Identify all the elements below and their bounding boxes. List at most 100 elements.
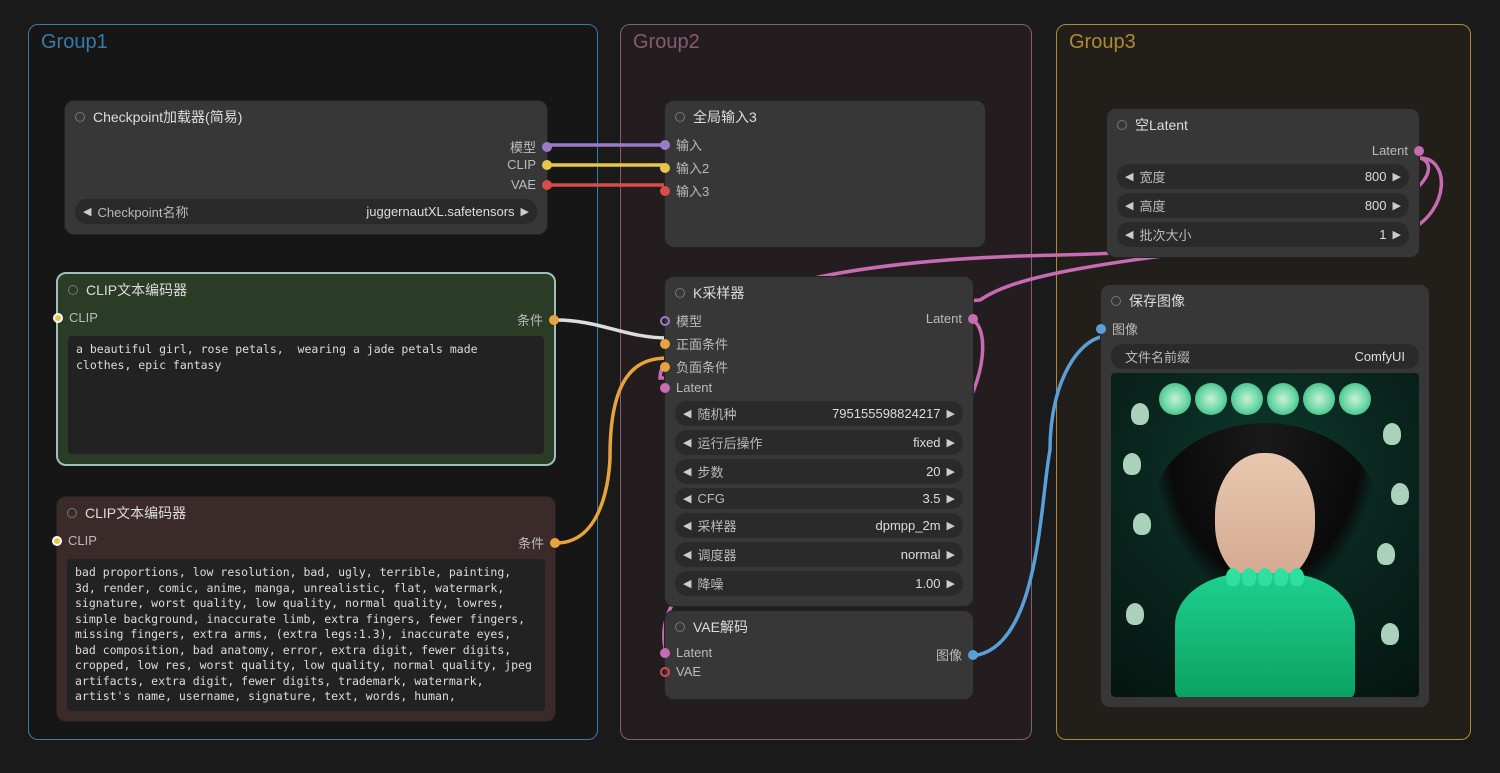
port-label: Latent	[926, 311, 962, 326]
chevron-right-icon[interactable]: ▶	[945, 436, 957, 449]
collapse-dot-icon[interactable]	[675, 622, 685, 632]
chevron-right-icon[interactable]: ▶	[1391, 170, 1403, 183]
chevron-left-icon[interactable]: ◀	[681, 577, 693, 590]
port-dot-icon	[1414, 146, 1424, 156]
chevron-left-icon[interactable]: ◀	[1123, 228, 1135, 241]
widget-label: 降噪	[693, 574, 915, 593]
collapse-dot-icon[interactable]	[75, 112, 85, 122]
chevron-right-icon[interactable]: ▶	[945, 492, 957, 505]
width-widget[interactable]: ◀宽度800▶	[1117, 164, 1409, 189]
node-header: CLIP文本编码器	[57, 497, 555, 529]
output-port-latent[interactable]: Latent	[1107, 141, 1419, 160]
prompt-textarea[interactable]: a beautiful girl, rose petals, wearing a…	[68, 336, 544, 454]
widget-value: 795155598824217	[832, 406, 944, 421]
input-port-negative[interactable]: 负面条件	[665, 355, 973, 378]
node-title: K采样器	[693, 283, 744, 303]
steps-widget[interactable]: ◀步数20▶	[675, 459, 963, 484]
port-dot-icon	[542, 180, 552, 190]
chevron-left-icon[interactable]: ◀	[1123, 199, 1135, 212]
port-dot-icon	[660, 362, 670, 372]
chevron-left-icon[interactable]: ◀	[681, 436, 693, 449]
port-label: Latent	[676, 380, 712, 395]
input-port-latent[interactable]: Latent	[665, 378, 973, 397]
collapse-dot-icon[interactable]	[675, 112, 685, 122]
collapse-dot-icon[interactable]	[67, 508, 77, 518]
collapse-dot-icon[interactable]	[675, 288, 685, 298]
save-image-node[interactable]: 保存图像 图像 文件名前缀 ComfyUI	[1100, 284, 1430, 708]
port-label: 图像	[1112, 319, 1138, 338]
prompt-textarea[interactable]: bad proportions, low resolution, bad, ug…	[67, 559, 545, 711]
port-dot-icon	[660, 163, 670, 173]
global-input-node[interactable]: 全局输入3 输入 输入2 输入3	[664, 100, 986, 248]
clip-text-encode-positive-node[interactable]: CLIP文本编码器 CLIP 条件 a beautiful girl, rose…	[56, 272, 556, 466]
port-label: 条件	[518, 533, 544, 552]
node-title: CLIP文本编码器	[85, 503, 186, 523]
chevron-left-icon[interactable]: ◀	[681, 407, 693, 420]
chevron-right-icon[interactable]: ▶	[1391, 228, 1403, 241]
chevron-right-icon[interactable]: ▶	[519, 205, 531, 218]
input-port-2[interactable]: 输入2	[665, 156, 985, 179]
chevron-left-icon[interactable]: ◀	[1123, 170, 1135, 183]
port-label: 条件	[517, 310, 543, 329]
node-header: 保存图像	[1101, 285, 1429, 317]
ksampler-node[interactable]: K采样器 模型 Latent 正面条件 负面条件 Latent ◀随机种7951…	[664, 276, 974, 607]
port-label: 负面条件	[676, 357, 728, 376]
chevron-left-icon[interactable]: ◀	[681, 548, 693, 561]
output-port-vae[interactable]: VAE	[501, 175, 547, 194]
empty-latent-node[interactable]: 空Latent Latent ◀宽度800▶ ◀高度800▶ ◀批次大小1▶	[1106, 108, 1420, 258]
chevron-left-icon[interactable]: ◀	[681, 465, 693, 478]
input-port-clip[interactable]: CLIP	[57, 531, 107, 550]
vae-decode-node[interactable]: VAE解码 Latent 图像 VAE	[664, 610, 974, 700]
sampler-widget[interactable]: ◀采样器dpmpp_2m▶	[675, 513, 963, 538]
scheduler-widget[interactable]: ◀调度器normal▶	[675, 542, 963, 567]
checkpoint-loader-node[interactable]: Checkpoint加载器(简易) 模型 CLIP VAE ◀ Checkpoi…	[64, 100, 548, 235]
node-header: K采样器	[665, 277, 973, 309]
input-port-image[interactable]: 图像	[1101, 317, 1429, 340]
port-dot-icon	[660, 186, 670, 196]
filename-prefix-widget[interactable]: 文件名前缀 ComfyUI	[1111, 344, 1419, 369]
chevron-right-icon[interactable]: ▶	[945, 548, 957, 561]
chevron-right-icon[interactable]: ▶	[945, 407, 957, 420]
node-title: VAE解码	[693, 617, 748, 637]
chevron-left-icon[interactable]: ◀	[681, 492, 693, 505]
clip-text-encode-negative-node[interactable]: CLIP文本编码器 CLIP 条件 bad proportions, low r…	[56, 496, 556, 722]
node-header: VAE解码	[665, 611, 973, 643]
widget-label: 宽度	[1135, 167, 1364, 186]
chevron-right-icon[interactable]: ▶	[945, 577, 957, 590]
chevron-left-icon[interactable]: ◀	[681, 519, 693, 532]
batch-widget[interactable]: ◀批次大小1▶	[1117, 222, 1409, 247]
port-label: 正面条件	[676, 334, 728, 353]
collapse-dot-icon[interactable]	[1111, 296, 1121, 306]
port-label: Latent	[676, 645, 712, 660]
chevron-right-icon[interactable]: ▶	[945, 519, 957, 532]
input-port-clip[interactable]: CLIP	[58, 308, 108, 327]
seed-widget[interactable]: ◀随机种795155598824217▶	[675, 401, 963, 426]
chevron-right-icon[interactable]: ▶	[945, 465, 957, 478]
input-port-positive[interactable]: 正面条件	[665, 332, 973, 355]
collapse-dot-icon[interactable]	[1117, 120, 1127, 130]
after-generate-widget[interactable]: ◀运行后操作fixed▶	[675, 430, 963, 455]
chevron-right-icon[interactable]: ▶	[1391, 199, 1403, 212]
output-port-latent[interactable]: Latent	[916, 309, 973, 328]
chevron-left-icon[interactable]: ◀	[81, 205, 93, 218]
port-dot-icon	[53, 313, 63, 323]
cfg-widget[interactable]: ◀CFG3.5▶	[675, 488, 963, 509]
collapse-dot-icon[interactable]	[68, 285, 78, 295]
input-port-3[interactable]: 输入3	[665, 179, 985, 202]
widget-value: fixed	[913, 435, 944, 450]
input-port-vae[interactable]: VAE	[665, 662, 973, 681]
denoise-widget[interactable]: ◀降噪1.00▶	[675, 571, 963, 596]
port-dot-icon	[542, 160, 552, 170]
port-label: 输入3	[676, 181, 709, 200]
output-port-conditioning[interactable]: 条件	[508, 531, 555, 554]
height-widget[interactable]: ◀高度800▶	[1117, 193, 1409, 218]
output-port-conditioning[interactable]: 条件	[507, 308, 554, 331]
port-dot-icon	[660, 316, 670, 326]
output-port-clip[interactable]: CLIP	[497, 155, 547, 174]
checkpoint-name-widget[interactable]: ◀ Checkpoint名称 juggernautXL.safetensors …	[75, 199, 537, 224]
port-label: CLIP	[69, 310, 98, 325]
widget-label: 步数	[693, 462, 926, 481]
output-image-preview[interactable]	[1111, 373, 1419, 697]
port-dot-icon	[660, 140, 670, 150]
input-port-1[interactable]: 输入	[665, 133, 985, 156]
